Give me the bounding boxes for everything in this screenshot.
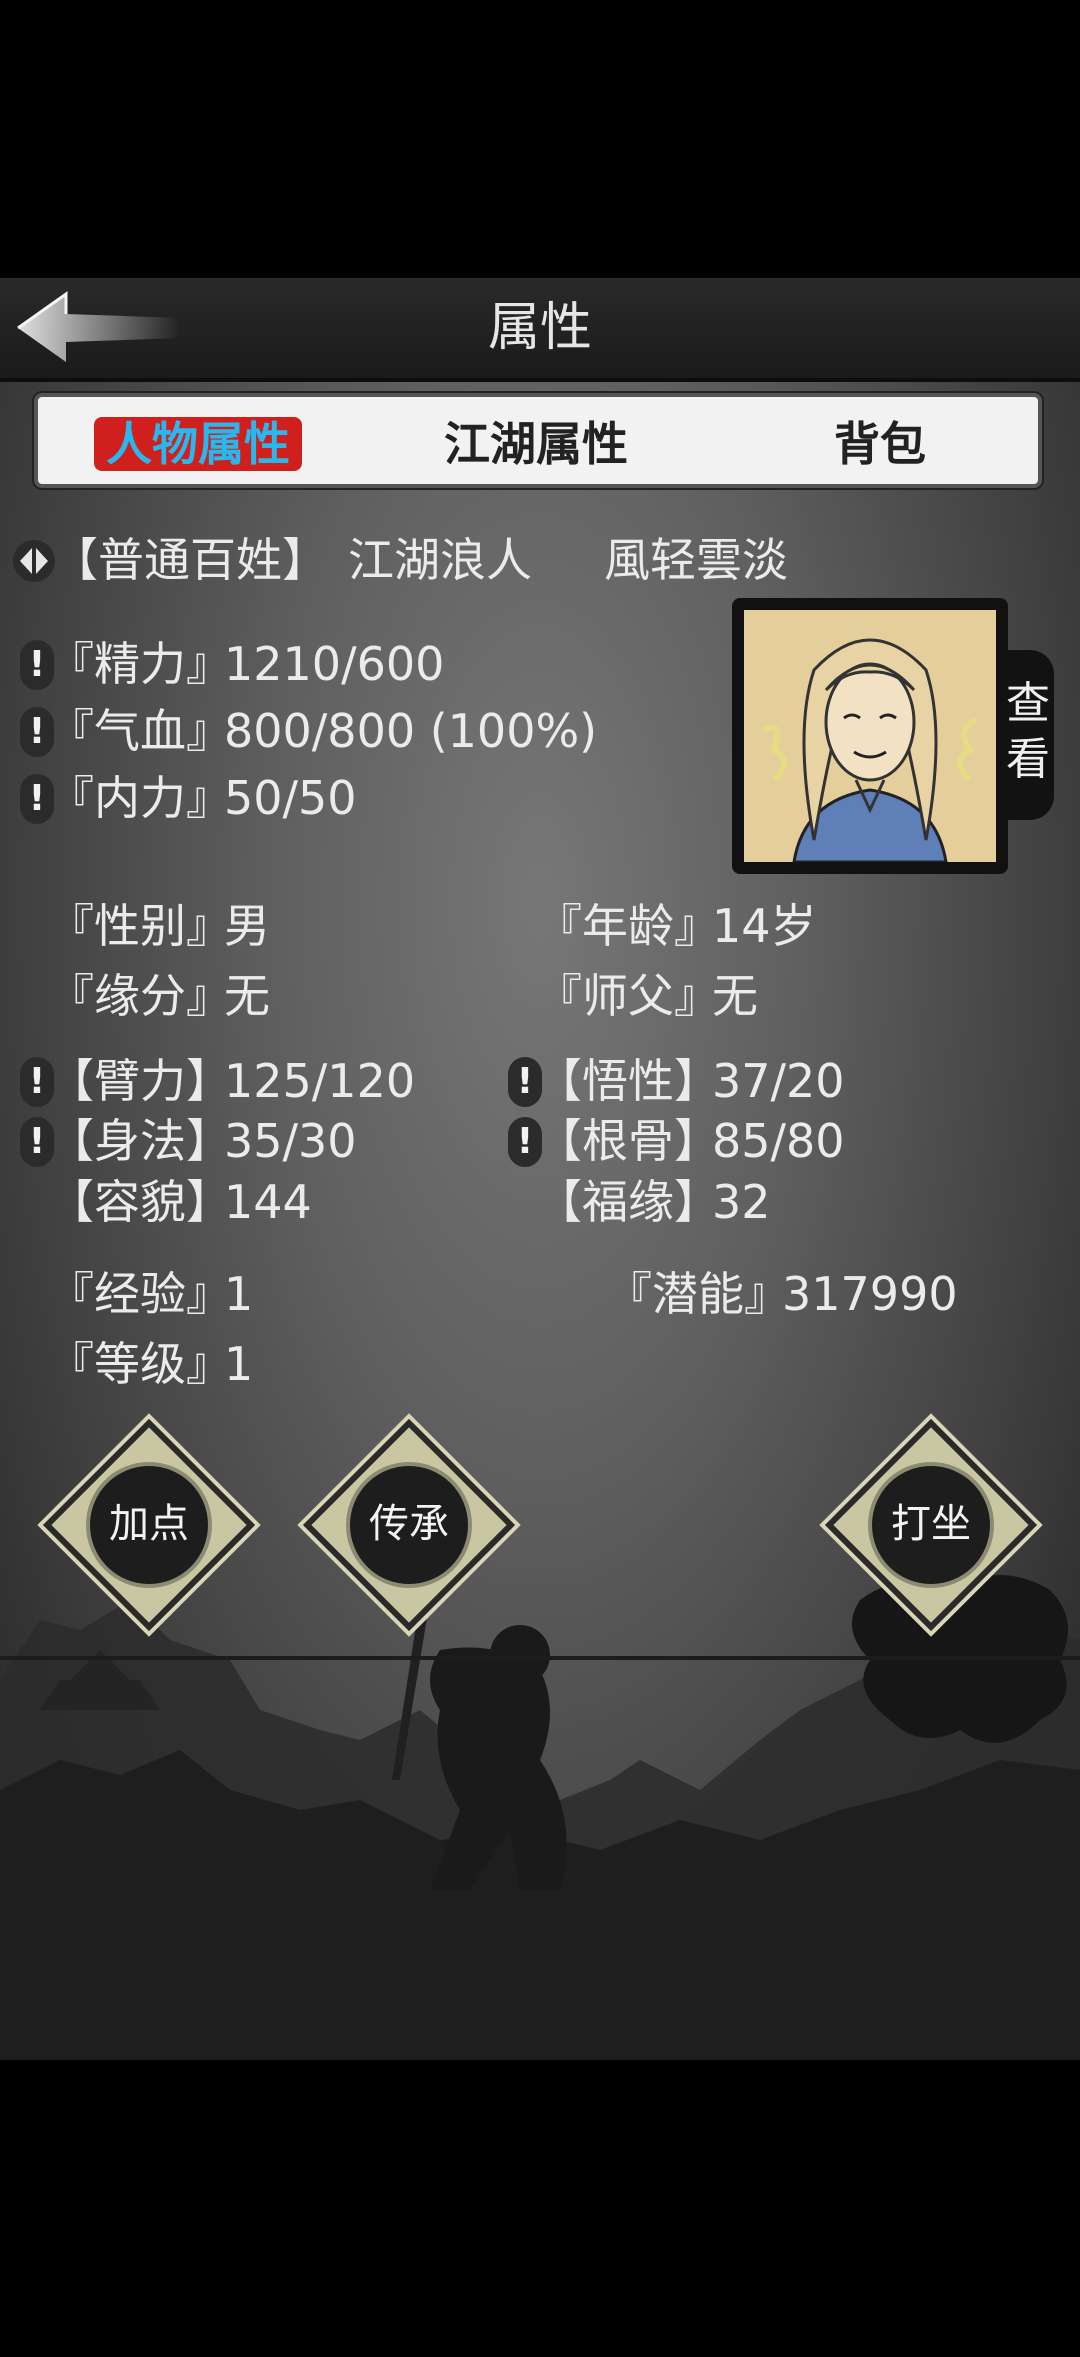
switch-arrows-icon[interactable] — [12, 538, 56, 584]
tab-bar: 人物属性 江湖属性 背包 — [34, 393, 1042, 488]
inherit-button[interactable]: 传承 — [302, 1418, 516, 1632]
age-value: 14岁 — [712, 899, 817, 953]
constitution-label: 【根骨】 — [536, 1114, 720, 1168]
looks-value: 144 — [224, 1175, 312, 1229]
potential-value: 317990 — [782, 1267, 958, 1321]
strength-value: 125/120 — [224, 1054, 416, 1108]
level-value: 1 — [224, 1337, 254, 1391]
title-label: 江湖浪人 — [348, 533, 532, 587]
level-label: 『等级』 — [48, 1337, 232, 1391]
tab-backpack[interactable]: 背包 — [834, 417, 926, 471]
strength-label: 【臂力】 — [48, 1054, 232, 1108]
stamina-value: 1210/600 — [224, 637, 445, 691]
meditate-label: 打坐 — [891, 1501, 971, 1547]
character-portrait[interactable] — [744, 610, 996, 862]
agility-value: 35/30 — [224, 1114, 357, 1168]
meditate-button[interactable]: 打坐 — [824, 1418, 1038, 1632]
bottom-letterbox — [0, 2060, 1080, 2357]
looks-label: 【容貌】 — [48, 1175, 232, 1229]
character-name: 風轻雲淡 — [604, 533, 788, 587]
gender-label: 『性别』 — [48, 899, 232, 953]
master-value: 无 — [712, 969, 758, 1023]
inherit-label: 传承 — [369, 1501, 449, 1547]
luck-label: 【福缘】 — [536, 1175, 720, 1229]
fate-value: 无 — [224, 969, 270, 1023]
wisdom-label: 【悟性】 — [536, 1054, 720, 1108]
constitution-value: 85/80 — [712, 1114, 845, 1168]
health-value: 800/800 (100%) — [224, 704, 598, 758]
potential-label: 『潜能』 — [606, 1267, 790, 1321]
agility-label: 【身法】 — [48, 1114, 232, 1168]
wisdom-value: 37/20 — [712, 1054, 845, 1108]
ink-landscape-silhouette — [0, 1575, 1080, 2060]
tab-jianghu-attributes[interactable]: 江湖属性 — [444, 417, 628, 471]
master-label: 『师父』 — [536, 969, 720, 1023]
fate-label: 『缘分』 — [48, 969, 232, 1023]
health-label: 『气血』 — [48, 704, 232, 758]
page-title: 属性 — [487, 298, 592, 358]
experience-value: 1 — [224, 1267, 254, 1321]
luck-value: 32 — [712, 1175, 771, 1229]
view-portrait-button[interactable]: 查看 — [1002, 650, 1054, 820]
tab-character-attributes[interactable]: 人物属性 — [94, 417, 302, 471]
section-divider — [0, 1656, 1080, 1660]
rank-label: 【普通百姓】 — [52, 533, 328, 587]
stamina-label: 『精力』 — [48, 637, 232, 691]
experience-label: 『经验』 — [48, 1267, 232, 1321]
add-points-label: 加点 — [109, 1501, 189, 1547]
internal-energy-label: 『内力』 — [48, 771, 232, 825]
gender-value: 男 — [224, 899, 270, 953]
add-points-button[interactable]: 加点 — [42, 1418, 256, 1632]
age-label: 『年龄』 — [536, 899, 720, 953]
internal-energy-value: 50/50 — [224, 771, 357, 825]
